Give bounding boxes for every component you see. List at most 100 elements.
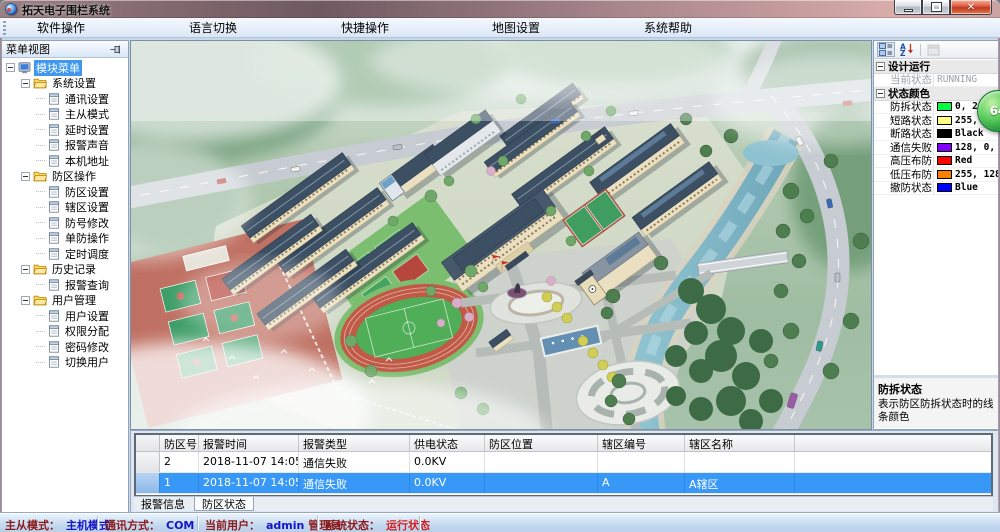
tree-item-3[interactable]: 主从模式 [2, 107, 128, 123]
cell-0-0: 2 [160, 452, 199, 472]
property-value[interactable]: 128, 0, 255 [934, 142, 998, 153]
categorized-icon[interactable] [877, 42, 895, 57]
page-icon [48, 108, 60, 120]
property-toolbar: AZ [874, 41, 998, 59]
tree-item-17[interactable]: 权限分配 [2, 324, 128, 340]
tree-item-label: 本机地址 [63, 153, 111, 169]
campus-map[interactable]: .broof{fill:#3c4f63;stroke:#2c3c4d;strok… [130, 40, 872, 430]
column-header-3[interactable]: 供电状态 [410, 435, 485, 451]
app-window: 拓天电子围栏系统 ✕ 软件操作语言切换快捷操作地图设置系统帮助 菜单视图 模块菜… [0, 0, 1000, 532]
pin-icon[interactable] [110, 44, 121, 55]
menu-item-4[interactable]: 系统帮助 [640, 20, 696, 36]
status-separator-1 [197, 516, 198, 530]
collapse-icon[interactable] [876, 62, 885, 71]
tree-item-label: 用户设置 [63, 308, 111, 324]
tree-item-9[interactable]: 辖区设置 [2, 200, 128, 216]
tree-branch-line [36, 331, 45, 332]
tab-0[interactable]: 报警信息 [134, 497, 192, 511]
tree-item-10[interactable]: 防号修改 [2, 215, 128, 231]
tree-item-12[interactable]: 定时调度 [2, 246, 128, 262]
status-label: 主从模式： [5, 519, 60, 532]
expander-icon[interactable] [21, 79, 30, 88]
tree-item-11[interactable]: 单防操作 [2, 231, 128, 247]
tab-1[interactable]: 防区状态 [194, 497, 254, 511]
tree-item-18[interactable]: 密码修改 [2, 339, 128, 355]
status-segment-1: 通讯方式：COM [105, 517, 194, 532]
menu-item-0[interactable]: 软件操作 [33, 20, 89, 36]
property-value-text: 255, 128, 0 [955, 169, 998, 180]
tree-item-4[interactable]: 延时设置 [2, 122, 128, 138]
svg-text:Z: Z [900, 49, 906, 56]
column-header-filler [795, 435, 991, 451]
folder-icon [33, 294, 47, 306]
tree-item-2[interactable]: 通讯设置 [2, 91, 128, 107]
minimize-button[interactable] [894, 0, 922, 15]
collapse-icon[interactable] [876, 89, 885, 98]
page-icon [48, 93, 60, 105]
tree-item-label: 历史记录 [50, 261, 98, 277]
page-icon [48, 310, 60, 322]
menu-item-3[interactable]: 地图设置 [488, 20, 544, 36]
tree-item-0[interactable]: 模块菜单 [2, 60, 128, 76]
expander-icon[interactable] [21, 296, 30, 305]
column-header-2[interactable]: 报警类型 [299, 435, 410, 451]
window-controls: ✕ [894, 0, 992, 15]
tree-item-15[interactable]: 用户管理 [2, 293, 128, 309]
folder-icon [33, 263, 47, 275]
column-header-4[interactable]: 防区位置 [485, 435, 598, 451]
property-row-1-6[interactable]: 撤防状态Blue [874, 182, 998, 196]
expander-icon[interactable] [21, 172, 30, 181]
computer-icon [18, 62, 31, 74]
tree-item-16[interactable]: 用户设置 [2, 308, 128, 324]
tree-branch-line [36, 160, 45, 161]
property-value[interactable]: RUNNING [934, 74, 998, 85]
property-value[interactable]: 255, 128, 0 [934, 169, 998, 180]
menu-drag-handle-icon[interactable] [3, 21, 6, 35]
alphabetical-icon[interactable]: AZ [898, 42, 916, 57]
maximize-icon [932, 3, 941, 11]
menu-item-1[interactable]: 语言切换 [185, 20, 241, 36]
tree-branch-line [36, 129, 45, 130]
tree-item-7[interactable]: 防区操作 [2, 169, 128, 185]
cell-filler [795, 473, 991, 493]
column-header-5[interactable]: 辖区编号 [598, 435, 685, 451]
column-header-0[interactable]: 防区号 [160, 435, 199, 451]
minimize-icon [904, 9, 913, 12]
property-value-text: Black [955, 128, 984, 139]
status-separator-0 [97, 516, 98, 530]
tree-branch-line [36, 362, 45, 363]
close-icon: ✕ [967, 2, 975, 13]
tree-item-5[interactable]: 报警声音 [2, 138, 128, 154]
app-icon [5, 3, 17, 15]
property-description: 防拆状态 表示防区防拆状态时的线条颜色 [874, 375, 998, 428]
maximize-button[interactable] [922, 0, 950, 15]
table-row-0[interactable]: 22018-11-07 14:05:42通信失败0.0KV [136, 452, 991, 473]
title-bar[interactable]: 拓天电子围栏系统 ✕ [0, 0, 1000, 18]
status-segment-2: 当前用户：admin管理员 [205, 517, 341, 532]
tree-item-6[interactable]: 本机地址 [2, 153, 128, 169]
tree-item-label: 主从模式 [63, 106, 111, 122]
color-swatch [937, 170, 952, 179]
tree-item-8[interactable]: 防区设置 [2, 184, 128, 200]
menu-item-2[interactable]: 快捷操作 [337, 20, 393, 36]
table-row-1[interactable]: 12018-11-07 14:05:42通信失败0.0KVAA辖区 [136, 473, 991, 494]
close-button[interactable]: ✕ [950, 0, 992, 15]
cell-0-1: 2018-11-07 14:05:42 [199, 452, 299, 472]
window-title: 拓天电子围栏系统 [22, 2, 110, 18]
column-header-6[interactable]: 辖区名称 [685, 435, 795, 451]
cell-1-2: 通信失败 [299, 473, 410, 493]
status-label: 通讯方式： [105, 519, 160, 532]
tree-item-13[interactable]: 历史记录 [2, 262, 128, 278]
property-value[interactable]: Red [934, 155, 998, 166]
tree-item-19[interactable]: 切换用户 [2, 355, 128, 371]
module-tree: 模块菜单系统设置通讯设置主从模式延时设置报警声音本机地址防区操作防区设置辖区设置… [2, 58, 128, 510]
tree-branch-line [36, 222, 45, 223]
folder-icon [33, 77, 47, 89]
expander-icon[interactable] [6, 63, 15, 72]
column-header-1[interactable]: 报警时间 [199, 435, 299, 451]
status-value: 运行状态 [386, 519, 430, 532]
expander-icon[interactable] [21, 265, 30, 274]
tree-item-1[interactable]: 系统设置 [2, 76, 128, 92]
tree-item-14[interactable]: 报警查询 [2, 277, 128, 293]
property-value[interactable]: Blue [934, 182, 998, 193]
